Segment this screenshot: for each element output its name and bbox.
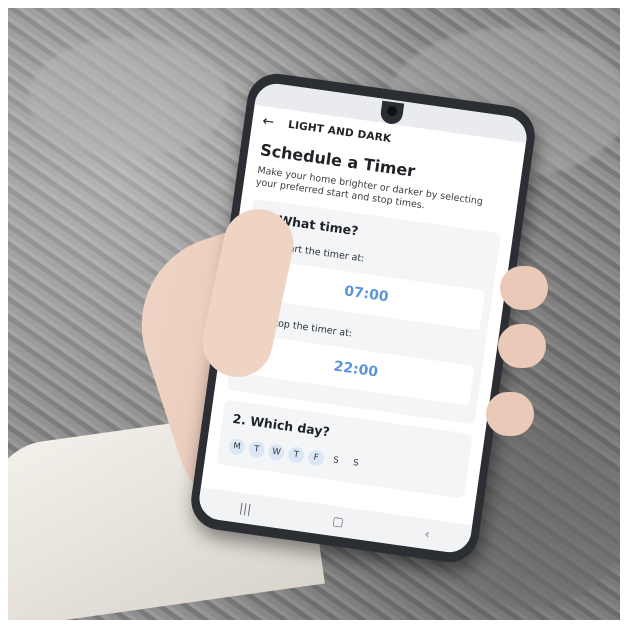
day-toggle[interactable]: M — [227, 437, 246, 456]
day-toggle[interactable]: T — [287, 446, 306, 465]
recents-icon[interactable]: ||| — [238, 501, 252, 517]
finger — [498, 324, 546, 368]
home-icon[interactable]: ▢ — [331, 514, 344, 529]
arrow-left-icon[interactable]: ← — [261, 113, 289, 132]
photo-background: ← LIGHT AND DARK Schedule a Timer Make y… — [8, 8, 620, 620]
finger — [486, 392, 534, 436]
day-toggle[interactable]: S — [347, 454, 365, 472]
stop-timer-label: Stop the timer at: — [267, 316, 353, 340]
camera-notch — [379, 100, 405, 126]
day-toggle[interactable]: S — [327, 452, 345, 470]
back-nav-icon[interactable]: ‹ — [424, 527, 431, 542]
finger — [500, 266, 548, 310]
day-toggle[interactable]: F — [307, 448, 326, 467]
day-toggle[interactable]: T — [247, 440, 266, 459]
blanket-fold — [28, 38, 228, 158]
day-toggle[interactable]: W — [267, 443, 286, 462]
